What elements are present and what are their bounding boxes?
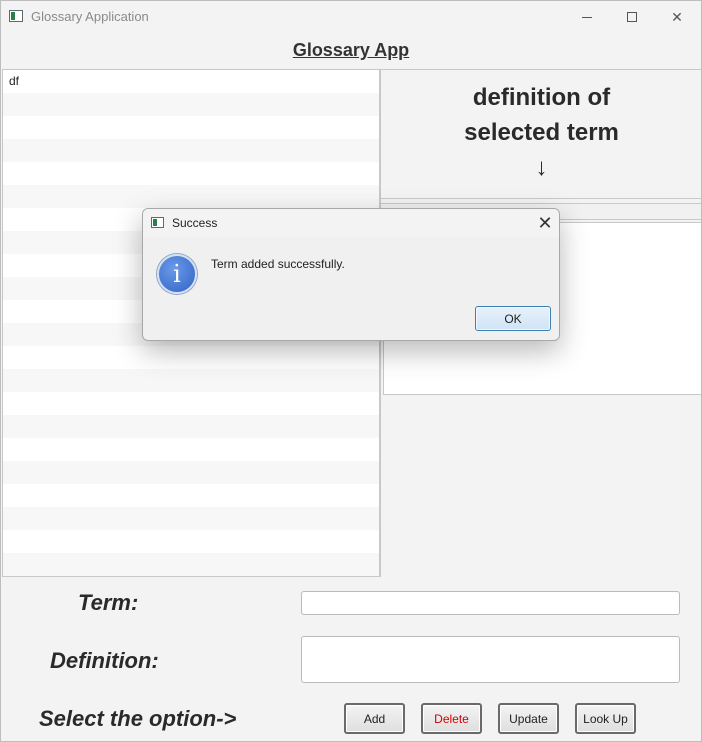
ok-button[interactable]: OK (475, 306, 551, 331)
list-item[interactable] (3, 139, 379, 162)
close-icon: ✕ (537, 213, 553, 233)
list-item[interactable] (3, 507, 379, 530)
list-item[interactable] (3, 346, 379, 369)
list-item[interactable] (3, 484, 379, 507)
add-button[interactable]: Add (344, 703, 405, 734)
list-item[interactable] (3, 116, 379, 139)
window-titlebar[interactable]: Glossary Application ✕ (1, 1, 701, 33)
down-arrow-icon: ↓ (535, 154, 548, 181)
list-item[interactable] (3, 438, 379, 461)
option-label: Select the option-> (39, 706, 237, 731)
list-item[interactable]: df (3, 70, 379, 93)
maximize-button[interactable] (609, 1, 655, 33)
list-item[interactable] (3, 530, 379, 553)
term-input[interactable] (301, 591, 680, 615)
lookup-button[interactable]: Look Up (575, 703, 636, 734)
window-title: Glossary Application (31, 9, 149, 24)
list-item[interactable] (3, 162, 379, 185)
app-icon (9, 10, 23, 22)
dialog-close-button[interactable]: ✕ (535, 213, 555, 233)
update-button[interactable]: Update (498, 703, 559, 734)
dialog-titlebar[interactable]: Success ✕ (143, 209, 559, 237)
list-item[interactable] (3, 415, 379, 438)
delete-button[interactable]: Delete (421, 703, 482, 734)
close-icon: ✕ (671, 8, 683, 25)
maximize-icon (627, 12, 637, 22)
divider (381, 198, 701, 199)
dialog-message: Term added successfully. (211, 257, 345, 271)
info-icon: i (157, 254, 197, 294)
definition-input[interactable] (301, 636, 680, 683)
definition-label: Definition: (50, 648, 159, 673)
list-item[interactable] (3, 369, 379, 392)
list-item[interactable] (3, 93, 379, 116)
app-icon (151, 217, 164, 228)
list-item[interactable] (3, 392, 379, 415)
minimize-button[interactable] (564, 1, 610, 33)
definition-heading: definition of selected term ↓ (381, 80, 701, 185)
page-title: Glossary App (292, 40, 410, 60)
list-item[interactable] (3, 461, 379, 484)
term-label: Term: (78, 590, 139, 615)
dialog-title: Success (172, 216, 218, 230)
list-item[interactable] (3, 553, 379, 576)
list-item[interactable] (3, 185, 379, 208)
glossary-window: Glossary Application ✕ Glossary App df d… (0, 0, 702, 742)
definition-heading-line1: definition of (472, 84, 611, 111)
minimize-icon (582, 16, 592, 18)
close-button[interactable]: ✕ (654, 1, 700, 33)
success-dialog: Success ✕ i Term added successfully. OK (142, 208, 560, 341)
definition-heading-line2: selected term (464, 119, 619, 146)
